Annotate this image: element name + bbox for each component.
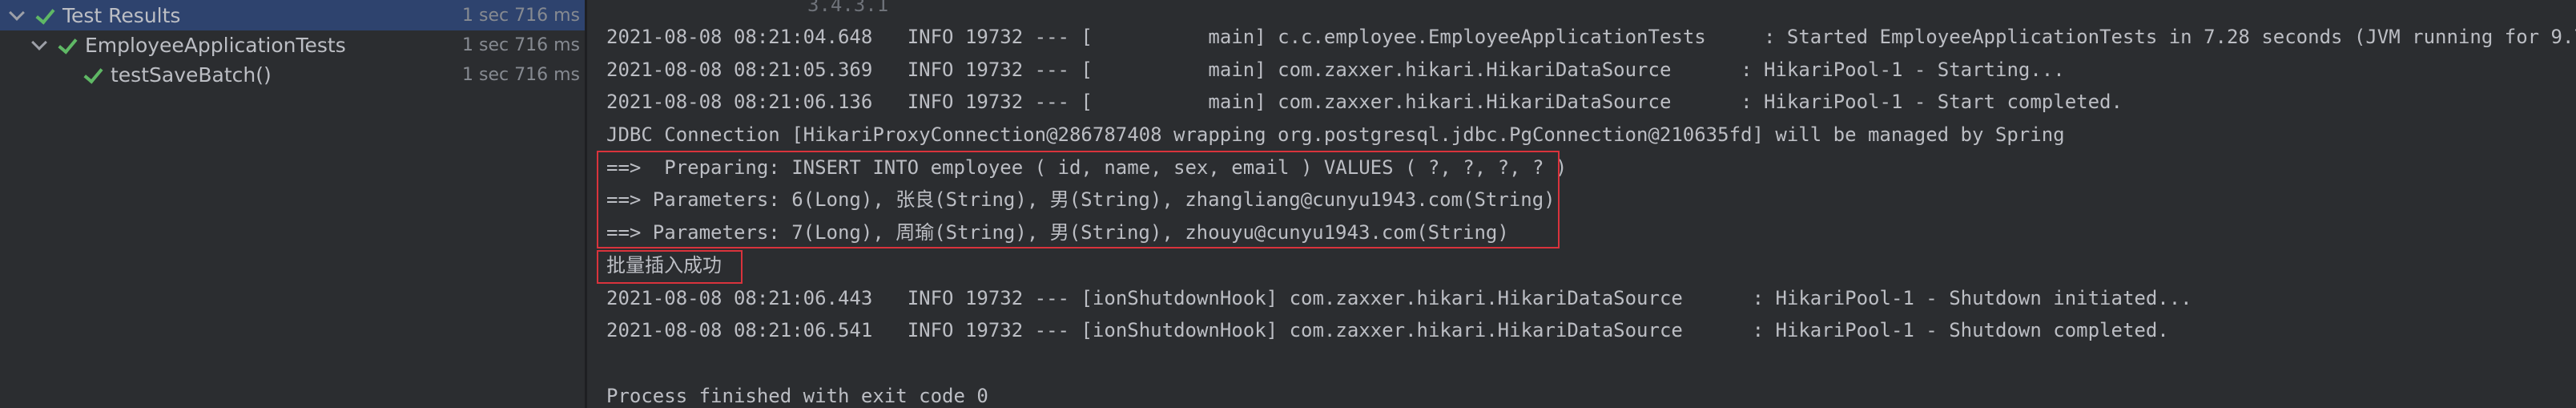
chevron-down-icon[interactable] [6, 5, 27, 26]
tree-item-label: EmployeeApplicationTests [85, 33, 346, 57]
sql-parameters-line: ==> Parameters: 7(Long), 周瑜(String), 男(S… [606, 221, 1509, 244]
test-results-panel: Test Results 1 sec 716 ms EmployeeApplic… [0, 0, 585, 408]
tree-item-label: testSaveBatch() [111, 63, 272, 87]
tree-item-duration: 1 sec 716 ms [462, 34, 580, 55]
tree-item-test-results[interactable]: Test Results 1 sec 716 ms [0, 0, 585, 30]
check-icon [82, 64, 103, 85]
tree-item-label: Test Results [62, 3, 181, 27]
chevron-down-icon[interactable] [29, 34, 50, 55]
log-line: 2021-08-08 08:21:05.369 INFO 19732 --- [… [606, 59, 2065, 81]
console-output[interactable]: 3.4.3.1 2021-08-08 08:21:04.648 INFO 197… [587, 0, 2576, 408]
console-fragment: 3.4.3.1 [807, 0, 889, 16]
log-line: 2021-08-08 08:21:06.443 INFO 19732 --- [… [606, 287, 2192, 309]
check-icon [34, 5, 54, 26]
sql-preparing-line: ==> Preparing: INSERT INTO employee ( id… [606, 156, 1568, 179]
check-icon [56, 34, 77, 55]
tree-item-duration: 1 sec 716 ms [462, 64, 580, 85]
log-line: 2021-08-08 08:21:06.136 INFO 19732 --- [… [606, 91, 2123, 113]
jdbc-line: JDBC Connection [HikariProxyConnection@2… [606, 123, 2065, 146]
sql-parameters-line: ==> Parameters: 6(Long), 张良(String), 男(S… [606, 188, 1556, 211]
log-line: 2021-08-08 08:21:04.648 INFO 19732 --- [… [606, 26, 2576, 48]
log-line: 2021-08-08 08:21:06.541 INFO 19732 --- [… [606, 319, 2169, 341]
tree-item-test-save-batch[interactable]: testSaveBatch() 1 sec 716 ms [0, 59, 585, 90]
exit-line: Process finished with exit code 0 [606, 385, 988, 407]
tree-item-duration: 1 sec 716 ms [462, 5, 580, 26]
tree-item-employee-application-tests[interactable]: EmployeeApplicationTests 1 sec 716 ms [0, 30, 585, 60]
success-message: 批量插入成功 [606, 254, 722, 277]
